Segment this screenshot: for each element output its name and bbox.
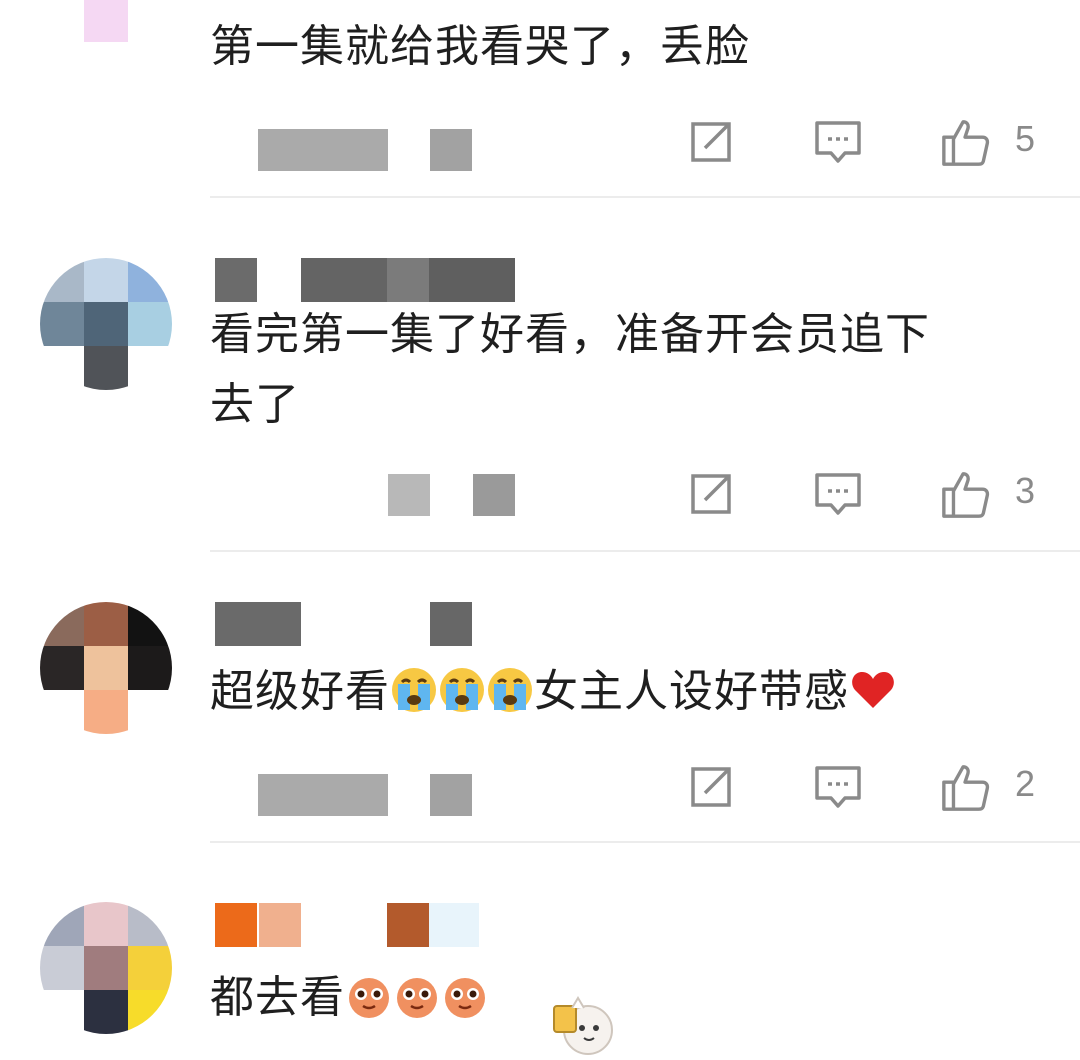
reply-icon[interactable] bbox=[812, 116, 864, 168]
pleading-face-emoji bbox=[445, 978, 485, 1018]
username[interactable] bbox=[215, 903, 495, 947]
sticker-decoration bbox=[553, 996, 613, 1055]
share-icon[interactable] bbox=[685, 468, 737, 520]
divider bbox=[210, 196, 1080, 198]
thumbs-up-icon[interactable] bbox=[940, 761, 992, 813]
comment-actions: 5 bbox=[685, 116, 1045, 172]
reply-icon[interactable] bbox=[812, 761, 864, 813]
comment-actions: 2 bbox=[685, 761, 1045, 817]
pleading-face-emoji bbox=[397, 978, 437, 1018]
comment-meta bbox=[258, 129, 478, 171]
comment-list: 第一集就给我看哭了，丢脸 5 看完第一集了好看，准备开会员追下 去了 3 超级好… bbox=[0, 0, 1080, 1060]
avatar[interactable] bbox=[40, 258, 172, 390]
avatar[interactable] bbox=[40, 602, 172, 734]
comment-item: 超级好看 女主人设好带感 2 bbox=[0, 555, 1080, 845]
comment-meta bbox=[258, 774, 478, 816]
comment-actions: 3 bbox=[685, 468, 1045, 524]
share-icon[interactable] bbox=[685, 761, 737, 813]
crying-face-emoji bbox=[488, 668, 532, 712]
comment-item: 看完第一集了好看，准备开会员追下 去了 3 bbox=[0, 200, 1080, 555]
comment-text: 都去看 bbox=[210, 963, 1040, 1033]
divider bbox=[210, 841, 1080, 843]
divider bbox=[210, 550, 1080, 552]
crying-face-emoji bbox=[440, 668, 484, 712]
username[interactable] bbox=[215, 258, 525, 302]
avatar[interactable] bbox=[40, 902, 172, 1034]
crying-face-emoji bbox=[392, 668, 436, 712]
comment-item: 都去看 bbox=[0, 845, 1080, 1060]
pleading-face-emoji bbox=[349, 978, 389, 1018]
red-heart-emoji bbox=[852, 672, 894, 708]
like-count: 3 bbox=[1015, 470, 1036, 511]
thumbs-up-icon[interactable] bbox=[940, 116, 992, 168]
comment-text: 超级好看 女主人设好带感 bbox=[210, 657, 1040, 727]
comment-meta bbox=[258, 474, 518, 516]
avatar[interactable] bbox=[40, 0, 172, 86]
comment-item: 第一集就给我看哭了，丢脸 5 bbox=[0, 0, 1080, 200]
username[interactable] bbox=[215, 602, 475, 646]
comment-text: 第一集就给我看哭了，丢脸 bbox=[210, 21, 750, 72]
reply-icon[interactable] bbox=[812, 468, 864, 520]
thumbs-up-icon[interactable] bbox=[940, 468, 992, 520]
like-count: 5 bbox=[1015, 118, 1036, 159]
comment-text: 看完第一集了好看，准备开会员追下 去了 bbox=[210, 309, 930, 430]
like-count: 2 bbox=[1015, 763, 1036, 804]
share-icon[interactable] bbox=[685, 116, 737, 168]
